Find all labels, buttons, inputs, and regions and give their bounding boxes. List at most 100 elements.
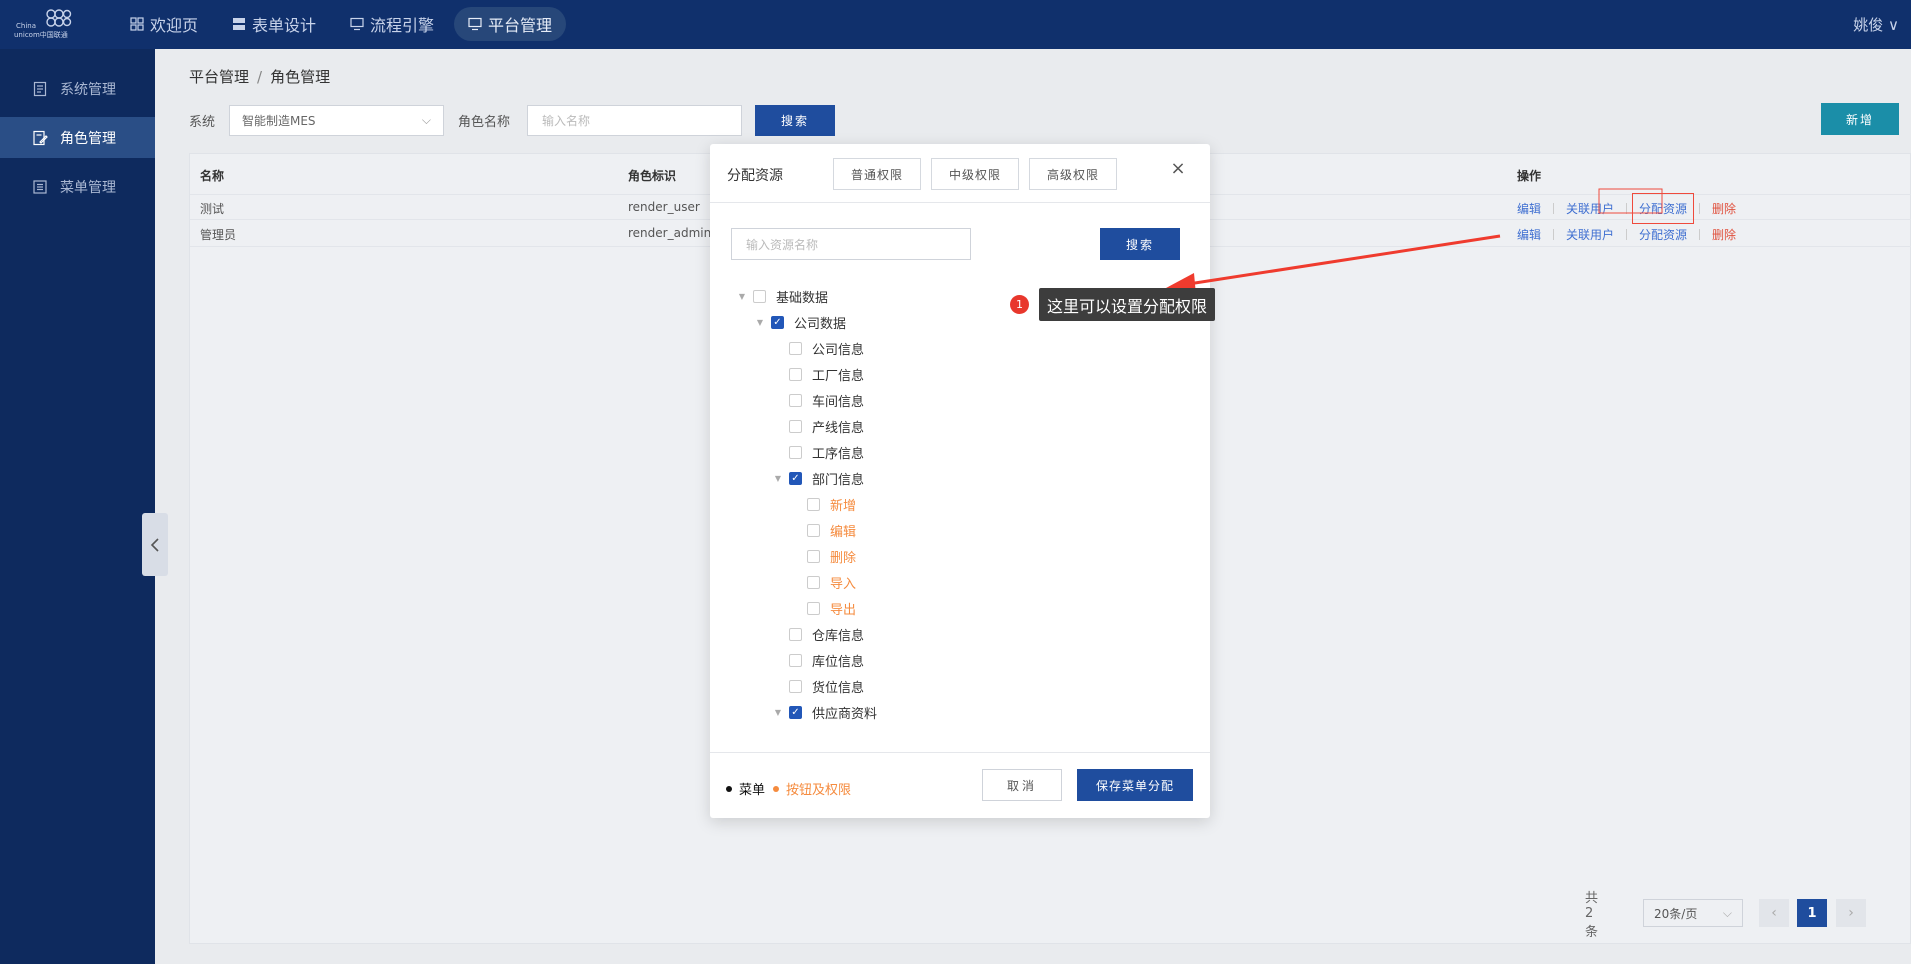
tree-node[interactable]: 新增 — [791, 494, 856, 514]
sidebar-item-label: 菜单管理 — [60, 179, 116, 196]
tree-checkbox[interactable] — [807, 523, 820, 537]
search-button[interactable]: 搜索 — [755, 105, 835, 136]
system-select[interactable]: 智能制造MES ⌵ — [229, 105, 444, 136]
breadcrumb-parent[interactable]: 平台管理 — [189, 68, 249, 86]
tree-node[interactable]: 工序信息 — [773, 442, 864, 462]
nav-platform[interactable]: 平台管理 — [454, 7, 567, 41]
tree-node[interactable]: ▼ ✓ 公司数据 — [755, 312, 846, 332]
nav-welcome[interactable]: 欢迎页 — [116, 7, 212, 41]
tree-checkbox[interactable] — [789, 445, 802, 459]
cell-key: render_user — [628, 200, 700, 214]
system-select-value: 智能制造MES — [242, 114, 316, 128]
delete-link[interactable]: 删除 — [1712, 200, 1736, 217]
role-name-input[interactable]: 输入名称 — [527, 105, 742, 136]
tree-node-label: 车间信息 — [812, 394, 865, 410]
tree-node[interactable]: ▼ 基础数据 — [737, 286, 828, 306]
cancel-button[interactable]: 取消 — [982, 769, 1062, 801]
caret-spacer — [773, 421, 783, 431]
save-menu-assignment-button[interactable]: 保存菜单分配 — [1077, 769, 1193, 801]
caret-spacer — [773, 447, 783, 457]
tree-node[interactable]: ▼ ✓ 供应商资料 — [773, 702, 877, 722]
tree-node-label: 导出 — [830, 602, 857, 618]
tree-checkbox[interactable]: ✓ — [771, 315, 784, 329]
tree-node[interactable]: 工厂信息 — [773, 364, 864, 384]
nav-workflow-label: 流程引擎 — [370, 16, 435, 35]
sidebar-item-system[interactable]: 系统管理 — [0, 68, 155, 109]
resource-search-input[interactable]: 输入资源名称 — [731, 228, 971, 260]
caret-spacer — [773, 655, 783, 665]
delete-link[interactable]: 删除 — [1712, 226, 1736, 243]
caret-down-icon[interactable]: ▼ — [773, 473, 783, 483]
tree-node[interactable]: 编辑 — [791, 520, 856, 540]
tree-checkbox[interactable] — [807, 549, 820, 563]
annotation-tooltip: 这里可以设置分配权限 — [1039, 288, 1216, 321]
sidebar: 系统管理 角色管理 菜单管理 — [0, 49, 155, 964]
dialog-header: 分配资源 普通权限 中级权限 高级权限 × — [710, 144, 1210, 203]
tree-node-label: 工厂信息 — [812, 368, 865, 384]
main-nav: 欢迎页 表单设计 流程引擎 平台管理 — [116, 7, 567, 41]
tree-checkbox[interactable] — [789, 653, 802, 667]
edit-link[interactable]: 编辑 — [1517, 226, 1541, 243]
caret-spacer — [791, 525, 801, 535]
tree-checkbox[interactable] — [789, 393, 802, 407]
grid-icon — [130, 17, 144, 31]
page-1-button[interactable]: 1 — [1797, 899, 1827, 927]
tree-node[interactable]: ▼ ✓ 部门信息 — [773, 468, 864, 488]
tree-node[interactable]: 删除 — [791, 546, 856, 566]
sidebar-item-menu[interactable]: 菜单管理 — [0, 166, 155, 207]
tree-node-label: 产线信息 — [812, 420, 865, 436]
edit-link[interactable]: 编辑 — [1517, 200, 1541, 217]
assign-resources-dialog: 分配资源 普通权限 中级权限 高级权限 × 输入资源名称 搜索 ▼ 基础数据 ▼ ✓ 公… — [710, 144, 1210, 818]
tree-node[interactable]: 产线信息 — [773, 416, 864, 436]
column-header-ops: 操作 — [1517, 169, 1542, 183]
page-size-select[interactable]: 20条/页 ⌵ — [1643, 899, 1743, 927]
cell-key: render_admin — [628, 226, 712, 240]
tree-checkbox[interactable] — [807, 601, 820, 615]
user-menu[interactable]: 姚俊 ∨ — [1853, 14, 1899, 35]
menu-legend-dot — [726, 785, 732, 792]
tab-advanced-permission[interactable]: 高级权限 — [1029, 158, 1117, 190]
row-actions: 编辑 关联用户 分配资源 删除 — [1517, 193, 1736, 224]
tree-node[interactable]: 导入 — [791, 572, 856, 592]
tree-checkbox[interactable]: ✓ — [789, 471, 802, 485]
tree-checkbox[interactable] — [789, 341, 802, 355]
caret-down-icon[interactable]: ▼ — [755, 317, 765, 327]
assign-resources-link[interactable]: 分配资源 — [1632, 193, 1695, 224]
nav-form-design[interactable]: 表单设计 — [218, 7, 330, 41]
tree-checkbox[interactable] — [789, 419, 802, 433]
tree-checkbox[interactable] — [807, 497, 820, 511]
caret-down-icon[interactable]: ▼ — [737, 291, 747, 301]
tree-node[interactable]: 车间信息 — [773, 390, 864, 410]
tree-checkbox[interactable] — [807, 575, 820, 589]
cell-name: 管理员 — [200, 228, 237, 242]
link-users-link[interactable]: 关联用户 — [1566, 200, 1614, 217]
sidebar-item-role[interactable]: 角色管理 — [0, 117, 155, 158]
tree-node-label: 货位信息 — [812, 680, 865, 696]
close-icon[interactable]: × — [1168, 158, 1188, 179]
caret-down-icon[interactable]: ▼ — [773, 707, 783, 717]
sidebar-collapse-handle[interactable] — [142, 513, 168, 576]
row-actions: 编辑 关联用户 分配资源 删除 — [1517, 226, 1736, 243]
tree-node[interactable]: 货位信息 — [773, 676, 864, 696]
breadcrumb-current: 角色管理 — [270, 68, 331, 86]
tree-checkbox[interactable]: ✓ — [789, 705, 802, 719]
tree-node[interactable]: 导出 — [791, 598, 856, 618]
tree-node[interactable]: 公司信息 — [773, 338, 864, 358]
assign-resources-link[interactable]: 分配资源 — [1639, 226, 1687, 243]
link-users-link[interactable]: 关联用户 — [1566, 226, 1614, 243]
tree-node[interactable]: 库位信息 — [773, 650, 864, 670]
prev-page-button[interactable]: ‹ — [1759, 899, 1789, 927]
tab-intermediate-permission[interactable]: 中级权限 — [931, 158, 1019, 190]
tree-checkbox[interactable] — [789, 367, 802, 381]
add-role-button[interactable]: 新增 — [1821, 103, 1899, 135]
tree-checkbox[interactable] — [753, 289, 766, 303]
tree-checkbox[interactable] — [789, 679, 802, 693]
next-page-button[interactable]: › — [1836, 899, 1866, 927]
nav-workflow[interactable]: 流程引擎 — [336, 7, 448, 41]
legend-menu-label: 菜单 — [739, 783, 766, 798]
logo-text-unicom: unicom中国联通 — [14, 31, 68, 39]
resource-search-button[interactable]: 搜索 — [1100, 228, 1180, 260]
tree-node[interactable]: 仓库信息 — [773, 624, 864, 644]
tab-normal-permission[interactable]: 普通权限 — [833, 158, 921, 190]
tree-checkbox[interactable] — [789, 627, 802, 641]
